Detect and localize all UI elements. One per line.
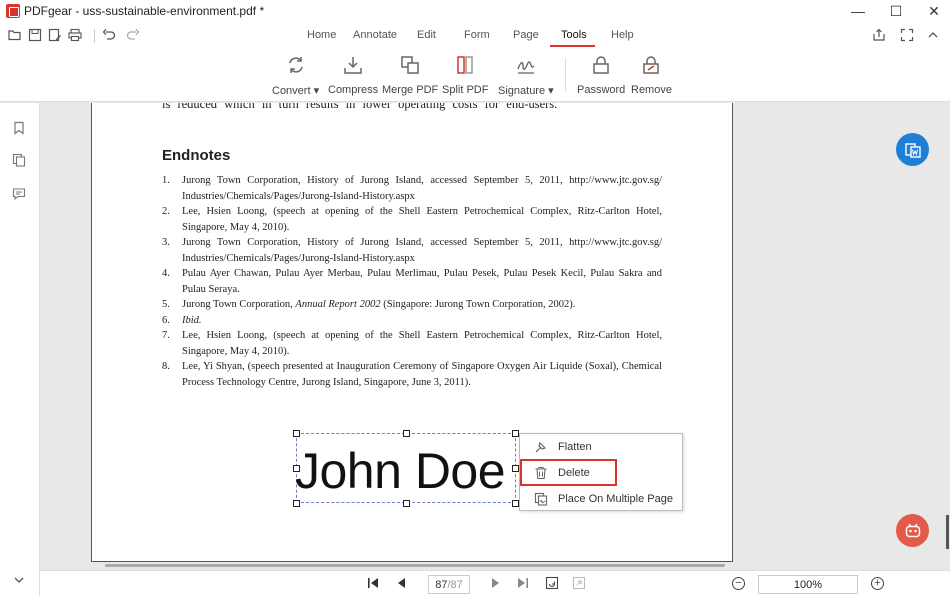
tab-tools[interactable]: Tools	[561, 29, 587, 41]
status-bar: 87/87 − 100% +	[40, 570, 950, 596]
rotate-page-icon[interactable]	[545, 576, 559, 590]
close-button[interactable]: ✕	[914, 0, 950, 22]
page-number-field[interactable]: 87/87	[428, 575, 470, 594]
window-title: PDFgear - uss-sustainable-environment.pd…	[24, 4, 265, 18]
horizontal-scrollbar[interactable]	[105, 564, 725, 567]
save-as-icon[interactable]	[48, 28, 62, 42]
bookmark-icon[interactable]	[12, 121, 26, 135]
save-icon[interactable]	[28, 28, 42, 42]
maximize-button[interactable]: ☐	[876, 0, 916, 22]
undo-icon[interactable]	[102, 28, 116, 42]
share-icon[interactable]	[872, 28, 886, 42]
left-sidebar	[0, 103, 40, 596]
list-item: 1. Jurong Town Corporation, History of Ju…	[162, 175, 662, 202]
active-tab-indicator	[550, 45, 595, 47]
thumbnails-icon[interactable]	[12, 153, 26, 167]
fit-page-icon[interactable]	[572, 576, 586, 590]
zoom-level-field[interactable]: 100%	[758, 575, 858, 594]
resize-handle-bottom[interactable]	[403, 500, 410, 507]
last-page-icon[interactable]	[516, 576, 530, 590]
unlock-icon	[643, 56, 660, 74]
previous-page-icon[interactable]	[395, 576, 409, 590]
resize-handle-right[interactable]	[512, 465, 519, 472]
convert-icon	[288, 57, 303, 73]
list-item: 4. Pulau Ayer Chawan, Pulau Ayer Merbau, …	[162, 268, 662, 295]
multiple-pages-icon	[534, 492, 548, 506]
list-item: 3. Jurong Town Corporation, History of Ju…	[162, 237, 662, 264]
collapse-ribbon-icon[interactable]	[926, 28, 940, 42]
body-text-cut-line: is reduced which in turn results in lowe…	[162, 103, 558, 111]
split-pdf-button[interactable]: Split PDF	[442, 54, 488, 96]
ai-assistant-float-button[interactable]	[896, 514, 929, 547]
list-item: 5. Jurong Town Corporation, Annual Report…	[162, 299, 576, 310]
compress-button[interactable]: Compress	[328, 54, 378, 96]
flatten-menu-item[interactable]: Flatten	[520, 435, 684, 459]
print-icon[interactable]	[68, 28, 82, 42]
first-page-icon[interactable]	[366, 576, 380, 590]
resize-handle-top[interactable]	[403, 430, 410, 437]
signature-button[interactable]: Signature ▾	[498, 54, 554, 97]
comments-icon[interactable]	[12, 187, 26, 201]
zoom-in-button[interactable]: +	[871, 577, 884, 590]
tab-form[interactable]: Form	[464, 29, 490, 41]
title-bar: PDFgear - uss-sustainable-environment.pd…	[0, 0, 950, 22]
resize-handle-top-right[interactable]	[512, 430, 519, 437]
tab-annotate[interactable]: Annotate	[353, 29, 397, 41]
zoom-out-button[interactable]: −	[732, 577, 745, 590]
list-item: 2. Lee, Hsien Loong, (speech at opening o…	[162, 206, 662, 233]
tab-home[interactable]: Home	[307, 29, 336, 41]
open-folder-icon[interactable]	[8, 28, 22, 42]
expand-down-icon[interactable]	[12, 573, 26, 587]
minimize-button[interactable]: —	[838, 0, 878, 22]
endnotes-list: 1. Jurong Town Corporation, History of Ju…	[162, 173, 662, 390]
split-icon	[457, 56, 473, 74]
next-page-icon[interactable]	[488, 576, 502, 590]
list-item: 7. Lee, Hsien Loong, (speech at opening o…	[162, 330, 662, 357]
robot-icon	[905, 523, 920, 537]
list-item: 6. Ibid.	[162, 314, 202, 326]
convert-to-word-float-button[interactable]	[896, 133, 929, 166]
pdf-to-word-icon	[904, 142, 921, 158]
tab-edit[interactable]: Edit	[417, 29, 436, 41]
ribbon-divider	[565, 58, 566, 92]
tab-help[interactable]: Help	[611, 29, 634, 41]
resize-handle-bottom-right[interactable]	[512, 500, 519, 507]
delete-highlight-box	[520, 459, 617, 486]
fullscreen-icon[interactable]	[900, 28, 914, 42]
signature-text: John Doe	[295, 443, 506, 499]
password-button[interactable]: Password	[577, 54, 625, 96]
compress-icon	[344, 57, 362, 74]
list-item: 8. Lee, Yi Shyan, (speech presented at In…	[162, 361, 662, 388]
tab-page[interactable]: Page	[513, 29, 539, 41]
merge-icon	[401, 56, 419, 74]
vertical-scrollbar[interactable]	[946, 515, 949, 549]
pdfgear-logo-icon	[6, 4, 20, 18]
signature-icon	[517, 61, 535, 74]
resize-handle-top-left[interactable]	[293, 430, 300, 437]
signature-annotation[interactable]: John Doe	[293, 430, 519, 507]
place-on-multiple-page-menu-item[interactable]: Place On Multiple Page	[520, 487, 684, 511]
flatten-icon	[535, 441, 547, 453]
endnotes-heading: Endnotes	[162, 147, 231, 164]
merge-pdf-button[interactable]: Merge PDF	[382, 54, 438, 96]
resize-handle-left[interactable]	[293, 465, 300, 472]
convert-button[interactable]: Convert ▾	[272, 54, 319, 97]
tools-ribbon: Convert ▾ Compress Merge PDF Split PDF S…	[0, 50, 950, 102]
remove-button[interactable]: Remove	[631, 54, 672, 96]
toolbar-divider	[94, 29, 95, 43]
resize-handle-bottom-left[interactable]	[293, 500, 300, 507]
redo-icon[interactable]	[126, 28, 140, 42]
lock-icon	[593, 56, 609, 74]
menu-bar: Home Annotate Edit Form Page Tools Help	[0, 22, 950, 50]
